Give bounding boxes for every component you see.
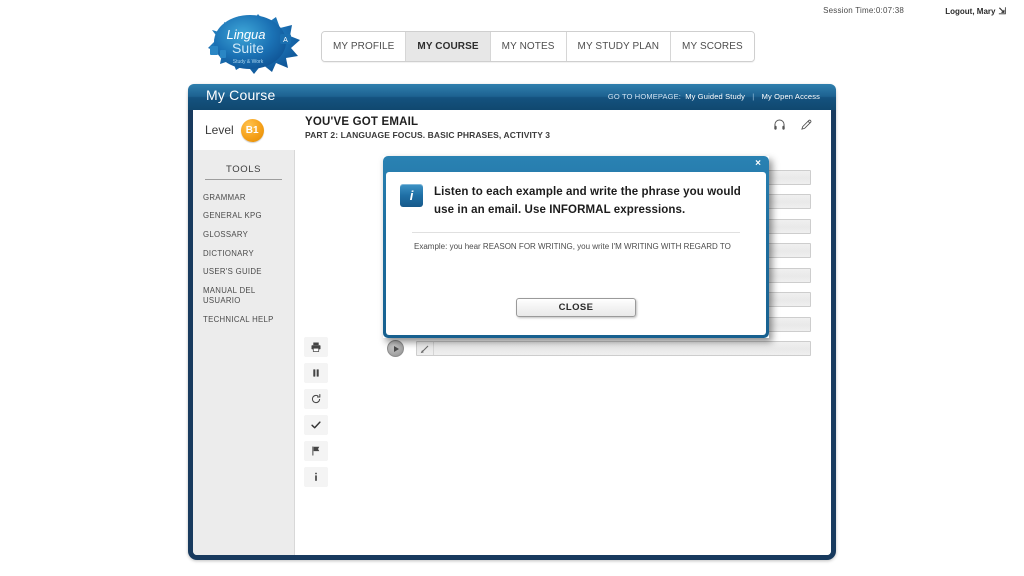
answer-input[interactable] — [416, 341, 811, 357]
pencil-icon — [420, 344, 430, 354]
lesson-title-row: Level B1 YOU'VE GOT EMAIL PART 2: LANGUA… — [193, 110, 831, 150]
top-bar: Session Time:0:07:38 Logout, Mary ⇲ Lingu… — [0, 0, 1024, 78]
sidebar-item-grammar[interactable]: GRAMMAR — [203, 188, 286, 207]
lesson-heading-group: YOU'VE GOT EMAIL PART 2: LANGUAGE FOCUS.… — [305, 116, 550, 140]
modal-instruction: Listen to each example and write the phr… — [434, 186, 741, 216]
flag-icon[interactable] — [304, 441, 328, 461]
lesson-title: YOU'VE GOT EMAIL — [305, 116, 419, 128]
sidebar-item-glossary[interactable]: GLOSSARY — [203, 225, 286, 244]
svg-text:Suite: Suite — [232, 40, 264, 56]
modal-divider — [412, 231, 740, 233]
app-root: Session Time:0:07:38 Logout, Mary ⇲ Lingu… — [0, 0, 1024, 576]
pause-icon[interactable] — [304, 363, 328, 383]
info-icon: i — [400, 184, 423, 207]
homepage-links: GO TO HOMEPAGE: My Guided Study | My Ope… — [608, 92, 822, 101]
print-icon[interactable] — [304, 337, 328, 357]
headphones-icon[interactable] — [773, 118, 786, 136]
close-icon[interactable]: × — [755, 158, 761, 170]
svg-text:Study & Work: Study & Work — [233, 59, 264, 65]
tools-list: GRAMMAR GENERAL KPG GLOSSARY DICTIONARY … — [193, 188, 294, 329]
level-badge: B1 — [240, 118, 264, 142]
logout-label: Logout, Mary — [945, 7, 996, 16]
lesson-subtitle: PART 2: LANGUAGE FOCUS. BASIC PHRASES, A… — [305, 130, 551, 140]
modal-body: i Listen to each example and write the p… — [386, 172, 766, 335]
logout-arrow-icon: ⇲ — [998, 6, 1006, 16]
tools-heading: TOOLS — [205, 164, 282, 180]
tab-my-profile[interactable]: MY PROFILE — [322, 32, 407, 61]
activity-tool-strip — [295, 150, 337, 555]
refresh-icon[interactable] — [304, 389, 328, 409]
modal-titlebar: × — [386, 158, 766, 172]
sidebar-item-technical-help[interactable]: TECHNICAL HELP — [203, 310, 286, 329]
level-indicator: Level B1 — [193, 110, 295, 150]
check-icon[interactable] — [304, 415, 328, 435]
page-title: My Course — [206, 87, 276, 103]
link-my-guided-study[interactable]: My Guided Study — [685, 92, 745, 101]
close-button[interactable]: CLOSE — [516, 298, 636, 317]
modal-head: i Listen to each example and write the p… — [400, 184, 752, 220]
course-header-bar: My Course GO TO HOMEPAGE: My Guided Stud… — [188, 84, 836, 110]
tab-my-course[interactable]: MY COURSE — [406, 32, 491, 61]
modal-example-text: Example: you hear REASON FOR WRITING, yo… — [414, 241, 731, 251]
sidebar-item-dictionary[interactable]: DICTIONARY — [203, 244, 286, 263]
pencil-icon[interactable] — [800, 118, 813, 136]
homepage-label: GO TO HOMEPAGE: — [607, 92, 682, 101]
instruction-modal: × i Listen to each example and write the… — [383, 156, 769, 338]
lesson-action-icons — [773, 118, 813, 136]
modal-actions: CLOSE — [386, 298, 766, 317]
session-time: Session Time:0:07:38 — [823, 6, 904, 15]
tab-my-scores[interactable]: MY SCORES — [671, 32, 754, 61]
tools-sidebar: TOOLS GRAMMAR GENERAL KPG GLOSSARY DICTI… — [193, 150, 295, 555]
tab-my-study-plan[interactable]: MY STUDY PLAN — [566, 32, 672, 61]
sidebar-item-manual-del-usuario[interactable]: MANUAL DEL USUARIO — [203, 282, 286, 310]
exercise-row — [387, 337, 811, 362]
play-icon[interactable] — [387, 340, 404, 358]
svg-text:A: A — [283, 37, 288, 44]
lingua-suite-logo[interactable]: Lingua Suite Study & Work A — [196, 8, 304, 76]
logout-button[interactable]: Logout, Mary ⇲ — [945, 6, 1006, 17]
sidebar-item-general-kpg[interactable]: GENERAL KPG — [203, 207, 286, 226]
field-divider — [433, 342, 434, 356]
main-tabs: MY PROFILE MY COURSE MY NOTES MY STUDY P… — [321, 31, 755, 62]
modal-container: × i Listen to each example and write the… — [383, 156, 769, 338]
sidebar-item-users-guide[interactable]: USER'S GUIDE — [203, 263, 286, 282]
link-separator: | — [752, 92, 755, 101]
tab-my-notes[interactable]: MY NOTES — [490, 32, 567, 61]
link-my-open-access[interactable]: My Open Access — [762, 92, 820, 101]
level-label: Level — [205, 123, 234, 137]
info-icon[interactable] — [304, 467, 328, 487]
